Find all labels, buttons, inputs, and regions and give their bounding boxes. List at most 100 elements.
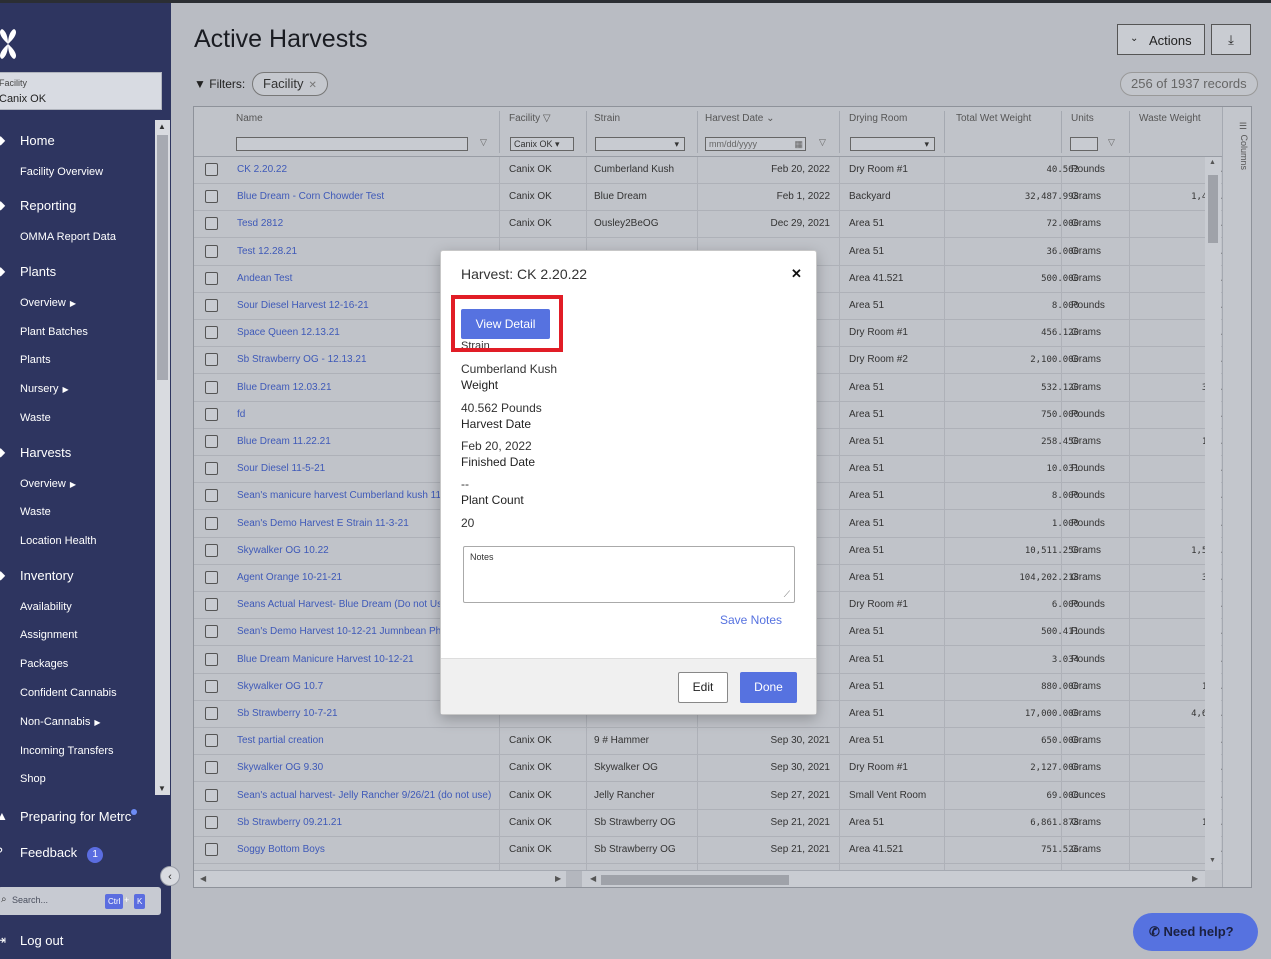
- table-row[interactable]: Soggy Bottom Boys Canix OK Sb Strawberry O…: [194, 837, 1222, 864]
- row-name-link[interactable]: Tesd 2812: [237, 218, 495, 229]
- row-checkbox[interactable]: [205, 271, 218, 285]
- table-row[interactable]: Sb Strawberry 09.21.21 Canix OK Sb Strawbe…: [194, 810, 1222, 837]
- row-name-link[interactable]: Sb Strawberry 09.21.21: [237, 817, 495, 828]
- row-checkbox[interactable]: [205, 326, 218, 340]
- sidebar-item-assignment[interactable]: Assignment: [20, 629, 77, 641]
- row-checkbox[interactable]: [205, 299, 218, 312]
- actions-button[interactable]: ⌄ Actions: [1117, 24, 1205, 55]
- row-checkbox[interactable]: [205, 380, 218, 394]
- facility-selector[interactable]: Facility Canix OK: [0, 72, 162, 110]
- save-notes-link[interactable]: Save Notes: [720, 613, 782, 627]
- scroll-right-icon[interactable]: ▶: [555, 874, 561, 883]
- scroll-left-icon[interactable]: ◀: [590, 874, 596, 883]
- row-name-link[interactable]: Test partial creation: [237, 735, 495, 746]
- sidebar-item-non-cannabis[interactable]: Non-Cannabis ▶: [20, 716, 100, 728]
- row-name-link[interactable]: Sean's actual harvest- Jelly Rancher 9/2…: [237, 790, 495, 801]
- sidebar-item-plants[interactable]: Plants: [20, 354, 51, 366]
- chip-remove-icon[interactable]: ✕: [308, 80, 316, 91]
- row-checkbox[interactable]: [205, 707, 218, 720]
- sidebar-item-waste[interactable]: Waste: [20, 412, 51, 424]
- row-checkbox[interactable]: [205, 843, 218, 856]
- table-row[interactable]: Tesd 2812 Canix OK Ousley2BeOG Dec 29, 2021…: [194, 211, 1222, 239]
- scroll-left-icon[interactable]: ◀: [200, 874, 206, 883]
- row-name-link[interactable]: Blue Dream - Corn Chowder Test: [237, 191, 495, 202]
- row-checkbox[interactable]: [205, 435, 218, 448]
- units-filter-input[interactable]: [1070, 137, 1098, 151]
- sidebar-item-inventory[interactable]: ◆ Inventory: [0, 568, 73, 583]
- row-checkbox[interactable]: [205, 625, 218, 639]
- column-header-harvest-date[interactable]: Harvest Date ⌄: [705, 113, 775, 124]
- sidebar-item-incoming-transfers[interactable]: Incoming Transfers: [20, 745, 114, 757]
- filter-icon[interactable]: ▽: [480, 137, 487, 148]
- sidebar-item-location-health[interactable]: Location Health: [20, 535, 96, 547]
- row-checkbox[interactable]: [205, 788, 218, 802]
- sidebar-item-nursery[interactable]: Nursery ▶: [20, 383, 69, 395]
- filter-icon[interactable]: ▽: [1108, 137, 1115, 148]
- done-button[interactable]: Done: [740, 672, 797, 703]
- column-header-drying-room[interactable]: Drying Room: [849, 113, 907, 124]
- filter-icon[interactable]: ▽: [543, 113, 551, 124]
- notes-textarea[interactable]: Notes ⟋: [463, 546, 795, 603]
- scroll-up-icon[interactable]: ▲: [1209, 159, 1216, 166]
- sidebar-item-preparing-for-metrc[interactable]: ▲ Preparing for Metrc: [0, 809, 138, 824]
- resize-handle-icon[interactable]: ⟋: [784, 589, 790, 600]
- drying-room-filter-select[interactable]: ▾: [850, 137, 935, 151]
- row-name-link[interactable]: Skywalker OG 9.30: [237, 762, 495, 773]
- close-icon[interactable]: ✕: [791, 266, 802, 282]
- scroll-down-icon[interactable]: ▼: [158, 784, 166, 793]
- name-filter-input[interactable]: [236, 137, 468, 151]
- row-checkbox[interactable]: [205, 543, 218, 557]
- row-checkbox[interactable]: [205, 516, 218, 530]
- row-checkbox[interactable]: [205, 815, 218, 829]
- sidebar-item-plants[interactable]: ◆ Plants: [0, 264, 56, 279]
- scroll-up-icon[interactable]: ▲: [158, 122, 166, 131]
- export-button[interactable]: ⤓: [1211, 24, 1251, 55]
- facility-filter-select[interactable]: Canix OK ▾: [510, 137, 574, 151]
- column-header-strain[interactable]: Strain: [594, 113, 620, 124]
- row-name-link[interactable]: Soggy Bottom Boys: [237, 844, 495, 855]
- column-header-units[interactable]: Units: [1071, 113, 1094, 124]
- sidebar-scrollbar[interactable]: ▲ ▼: [155, 120, 170, 795]
- sidebar-item-availability[interactable]: Availability: [20, 601, 72, 613]
- filter-icon[interactable]: ▽: [819, 137, 826, 148]
- sidebar-search-input[interactable]: ⌕ Search... Ctrl + K: [0, 887, 161, 915]
- sidebar-item-overview[interactable]: Overview ▶: [20, 478, 76, 490]
- row-checkbox[interactable]: [205, 462, 218, 476]
- row-checkbox[interactable]: [205, 489, 218, 503]
- grid-horizontal-scrollbar[interactable]: ◀ ▶ ◀ ▶: [194, 870, 1205, 887]
- sidebar-item-omma-report-data[interactable]: OMMA Report Data: [20, 231, 116, 243]
- scroll-down-icon[interactable]: ▼: [1209, 857, 1216, 864]
- grid-vertical-scrollbar[interactable]: ▲ ▼: [1205, 157, 1221, 870]
- sidebar-item-shop[interactable]: Shop: [20, 773, 46, 785]
- sidebar-item-overview[interactable]: Overview ▶: [20, 297, 76, 309]
- sidebar-item-waste[interactable]: Waste: [20, 506, 51, 518]
- calendar-icon[interactable]: ▦: [794, 138, 803, 150]
- column-header-waste-weight[interactable]: Waste Weight: [1139, 113, 1201, 124]
- row-checkbox[interactable]: [205, 761, 218, 775]
- row-checkbox[interactable]: [205, 734, 218, 748]
- row-checkbox[interactable]: [205, 353, 218, 367]
- table-row[interactable]: Sean's actual harvest- Jelly Rancher 9/2…: [194, 783, 1222, 810]
- sidebar-item-harvests[interactable]: ◆ Harvests: [0, 445, 71, 460]
- column-header-facility[interactable]: Facility ▽: [509, 113, 551, 124]
- row-checkbox[interactable]: [205, 190, 218, 204]
- table-row[interactable]: Skywalker OG 9.30 Canix OK Skywalker OG Sep…: [194, 755, 1222, 783]
- scroll-right-icon[interactable]: ▶: [1192, 874, 1198, 883]
- row-checkbox[interactable]: [205, 407, 218, 421]
- sidebar-item-home[interactable]: ◆ Home: [0, 133, 55, 148]
- sidebar-item-feedback[interactable]: ? Feedback 1: [0, 845, 104, 863]
- row-checkbox[interactable]: [205, 217, 218, 231]
- column-header-total-wet-weight[interactable]: Total Wet Weight: [956, 113, 1031, 124]
- row-checkbox[interactable]: [205, 598, 218, 612]
- sidebar-scrollbar-thumb[interactable]: [157, 135, 168, 380]
- table-row[interactable]: Test partial creation Canix OK 9 # Hammer S…: [194, 728, 1222, 756]
- row-checkbox[interactable]: [205, 652, 218, 666]
- strain-filter-select[interactable]: ▾: [595, 137, 685, 151]
- column-header-name[interactable]: Name: [236, 113, 263, 124]
- canix-logo-icon[interactable]: [0, 27, 24, 61]
- table-row[interactable]: Blue Dream - Corn Chowder Test Canix OK Bl…: [194, 184, 1222, 212]
- row-checkbox[interactable]: [205, 244, 218, 258]
- row-checkbox[interactable]: [205, 163, 218, 176]
- filter-chip-facility[interactable]: Facility ✕: [252, 72, 328, 96]
- row-name-link[interactable]: CK 2.20.22: [237, 164, 495, 175]
